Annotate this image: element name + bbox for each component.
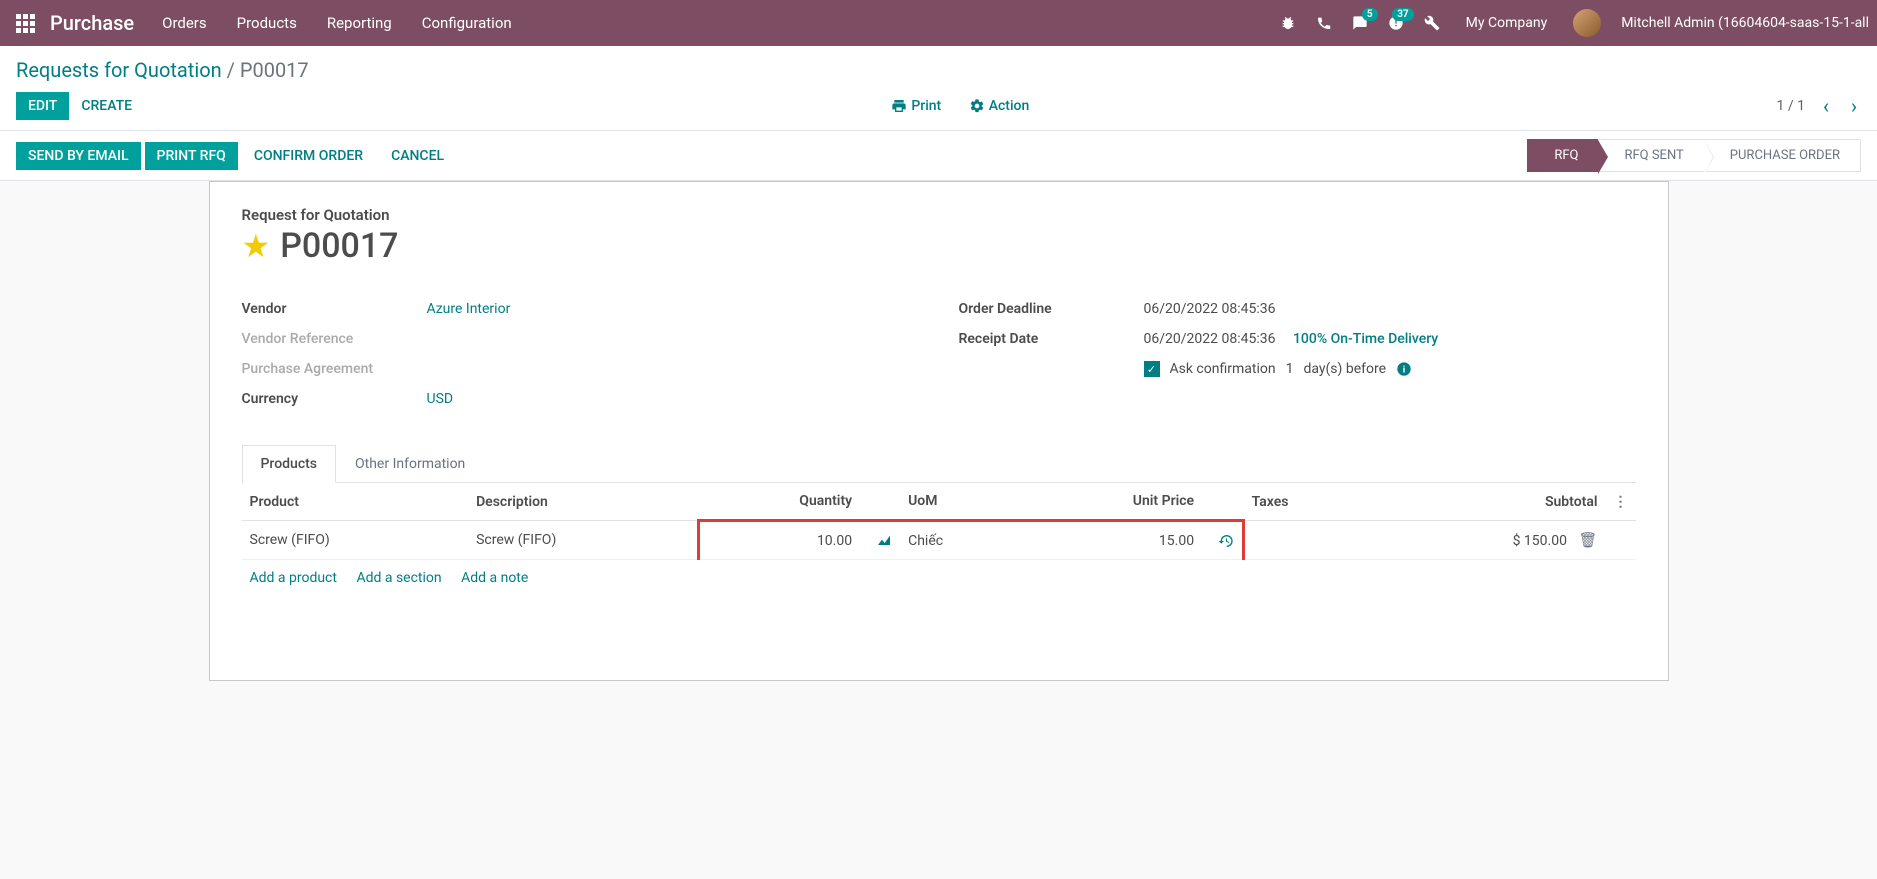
receipt-value: 06/20/2022 08:45:36 bbox=[1144, 331, 1276, 347]
breadcrumb-sep: / bbox=[227, 58, 240, 82]
status-bar: Send by Email Print RFQ Confirm Order Ca… bbox=[0, 131, 1877, 181]
table-row[interactable]: Screw (FIFO) Screw (FIFO) 10.00 Chiếc 15… bbox=[242, 521, 1636, 560]
gear-icon bbox=[969, 98, 985, 114]
th-product[interactable]: Product bbox=[242, 483, 469, 521]
activities-icon[interactable]: 37 bbox=[1388, 15, 1404, 31]
cell-subtotal: $ 150.00 bbox=[1513, 533, 1567, 549]
pager-count: 1 / 1 bbox=[1777, 98, 1805, 114]
messages-badge: 5 bbox=[1362, 8, 1378, 21]
phone-icon[interactable] bbox=[1316, 15, 1332, 31]
cell-description: Screw (FIFO) bbox=[468, 521, 698, 560]
on-time-badge[interactable]: 100% On-Time Delivery bbox=[1293, 331, 1438, 347]
status-step-rfq-sent[interactable]: RFQ Sent bbox=[1598, 139, 1703, 172]
breadcrumb-current: P00017 bbox=[240, 58, 309, 82]
ask-confirm-days: 1 bbox=[1286, 361, 1294, 377]
deadline-label: Order Deadline bbox=[959, 301, 1144, 317]
breadcrumb-parent[interactable]: Requests for Quotation bbox=[16, 58, 222, 82]
status-step-purchase-order[interactable]: Purchase Order bbox=[1704, 139, 1861, 172]
status-step-rfq[interactable]: RFQ bbox=[1527, 139, 1598, 172]
control-panel: Requests for Quotation / P00017 Edit Cre… bbox=[0, 46, 1877, 131]
tab-products[interactable]: Products bbox=[242, 445, 337, 483]
th-uom[interactable]: UoM bbox=[900, 483, 1020, 521]
pager-prev[interactable]: ‹ bbox=[1819, 94, 1833, 118]
menu-configuration[interactable]: Configuration bbox=[422, 14, 512, 32]
svg-text:i: i bbox=[1403, 365, 1405, 376]
info-icon[interactable]: i bbox=[1396, 361, 1412, 377]
vendor-link[interactable]: Azure Interior bbox=[427, 301, 511, 317]
deadline-value: 06/20/2022 08:45:36 bbox=[1144, 301, 1276, 317]
cell-quantity: 10.00 bbox=[698, 521, 860, 560]
messages-icon[interactable]: 5 bbox=[1352, 15, 1368, 31]
column-options-icon[interactable]: ⋮ bbox=[1614, 494, 1628, 510]
th-quantity[interactable]: Quantity bbox=[698, 483, 860, 521]
tab-other-info[interactable]: Other Information bbox=[336, 445, 484, 483]
status-steps: RFQ RFQ Sent Purchase Order bbox=[1527, 139, 1861, 172]
apps-menu-icon[interactable] bbox=[8, 6, 42, 40]
add-section-link[interactable]: Add a section bbox=[356, 570, 441, 586]
menu-reporting[interactable]: Reporting bbox=[327, 14, 392, 32]
edit-button[interactable]: Edit bbox=[16, 92, 69, 120]
pager-next[interactable]: › bbox=[1847, 94, 1861, 118]
print-button[interactable]: Print bbox=[879, 92, 953, 120]
systray: 5 37 My Company Mitchell Admin (16604604… bbox=[1280, 9, 1869, 37]
print-rfq-button[interactable]: Print RFQ bbox=[145, 142, 238, 170]
notebook-tabs: Products Other Information bbox=[242, 444, 1636, 483]
cell-taxes bbox=[1244, 521, 1368, 560]
menu-products[interactable]: Products bbox=[237, 14, 297, 32]
add-product-link[interactable]: Add a product bbox=[250, 570, 337, 586]
cell-uom: Chiếc bbox=[900, 521, 1020, 560]
th-unit-price[interactable]: Unit Price bbox=[1020, 483, 1202, 521]
top-nav: Purchase Orders Products Reporting Confi… bbox=[0, 0, 1877, 46]
print-icon bbox=[891, 98, 907, 114]
breadcrumb: Requests for Quotation / P00017 bbox=[16, 58, 1861, 82]
cell-unit-price: 15.00 bbox=[1020, 521, 1202, 560]
receipt-label: Receipt Date bbox=[959, 331, 1144, 347]
delete-row-icon[interactable]: 🗑 bbox=[1578, 531, 1597, 549]
title-label: Request for Quotation bbox=[242, 206, 1636, 224]
avatar[interactable] bbox=[1573, 9, 1601, 37]
currency-link[interactable]: USD bbox=[427, 391, 454, 407]
order-lines-table: Product Description Quantity UoM Unit Pr… bbox=[242, 483, 1636, 596]
form-sheet: Request for Quotation ★ P00017 Vendor Az… bbox=[209, 181, 1669, 681]
th-taxes[interactable]: Taxes bbox=[1244, 483, 1368, 521]
cancel-button[interactable]: Cancel bbox=[379, 142, 456, 170]
vendor-ref-label: Vendor Reference bbox=[242, 331, 427, 347]
price-history-icon[interactable] bbox=[1218, 532, 1234, 548]
tools-icon[interactable] bbox=[1424, 15, 1440, 31]
send-email-button[interactable]: Send by Email bbox=[16, 142, 141, 170]
create-button[interactable]: Create bbox=[69, 92, 144, 120]
cell-product: Screw (FIFO) bbox=[242, 521, 469, 560]
confirm-order-button[interactable]: Confirm Order bbox=[242, 142, 375, 170]
activities-badge: 37 bbox=[1392, 8, 1413, 21]
action-button[interactable]: Action bbox=[957, 92, 1042, 120]
add-note-link[interactable]: Add a note bbox=[461, 570, 528, 586]
debug-icon[interactable] bbox=[1280, 15, 1296, 31]
agreement-label: Purchase Agreement bbox=[242, 361, 427, 377]
record-name: P00017 bbox=[280, 226, 398, 266]
ask-confirm-suffix: day(s) before bbox=[1303, 361, 1386, 377]
currency-label: Currency bbox=[242, 391, 427, 407]
ask-confirmation-checkbox[interactable]: ✓ bbox=[1144, 361, 1160, 377]
menu-orders[interactable]: Orders bbox=[162, 14, 207, 32]
th-description[interactable]: Description bbox=[468, 483, 698, 521]
main-menu: Orders Products Reporting Configuration bbox=[162, 14, 512, 32]
priority-star-icon[interactable]: ★ bbox=[242, 227, 271, 265]
th-subtotal[interactable]: Subtotal bbox=[1368, 483, 1606, 521]
user-menu[interactable]: Mitchell Admin (16604604-saas-15-1-all bbox=[1621, 15, 1869, 31]
company-switcher[interactable]: My Company bbox=[1466, 15, 1548, 31]
vendor-label: Vendor bbox=[242, 301, 427, 317]
app-brand[interactable]: Purchase bbox=[50, 11, 134, 35]
forecast-icon[interactable] bbox=[876, 532, 892, 548]
ask-confirm-prefix: Ask confirmation bbox=[1170, 361, 1276, 377]
